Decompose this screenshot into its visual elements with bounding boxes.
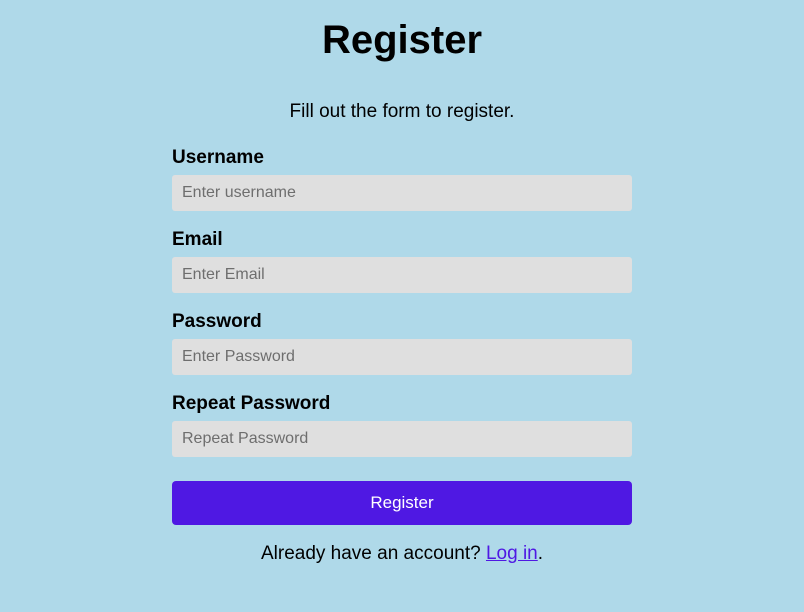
username-input[interactable] <box>172 175 632 211</box>
password-label: Password <box>172 311 632 333</box>
login-prompt-line: Already have an account? Log in. <box>172 543 632 565</box>
username-field: Username <box>172 147 632 211</box>
login-link[interactable]: Log in <box>486 543 538 564</box>
email-field: Email <box>172 229 632 293</box>
register-form-container: Register Fill out the form to register. … <box>172 0 632 565</box>
password-field: Password <box>172 311 632 375</box>
repeat-password-label: Repeat Password <box>172 393 632 415</box>
username-label: Username <box>172 147 632 169</box>
email-label: Email <box>172 229 632 251</box>
password-input[interactable] <box>172 339 632 375</box>
register-button[interactable]: Register <box>172 481 632 525</box>
email-input[interactable] <box>172 257 632 293</box>
page-title: Register <box>172 18 632 63</box>
repeat-password-field: Repeat Password <box>172 393 632 457</box>
login-suffix: . <box>538 543 543 564</box>
repeat-password-input[interactable] <box>172 421 632 457</box>
login-prompt-text: Already have an account? <box>261 543 486 564</box>
page-subtitle: Fill out the form to register. <box>172 101 632 123</box>
